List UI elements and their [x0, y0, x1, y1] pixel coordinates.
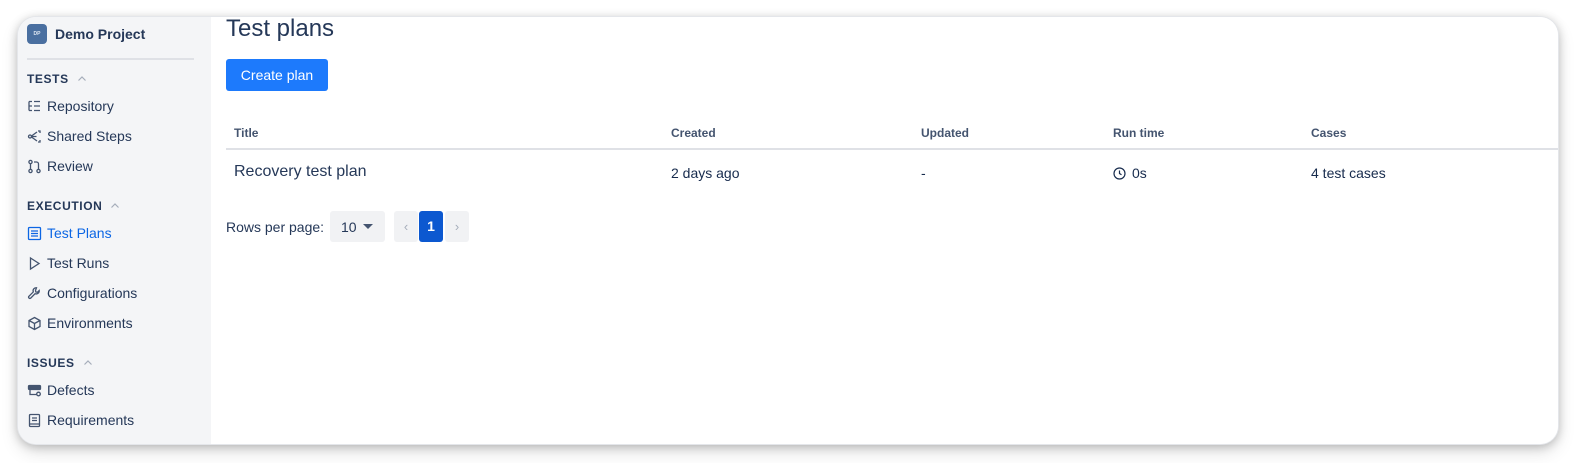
plan-title-link[interactable]: Recovery test plan — [234, 163, 367, 181]
table-list-icon — [27, 226, 42, 240]
defect-icon — [27, 384, 42, 396]
table-header-divider — [226, 148, 1558, 150]
project-avatar: DP — [27, 24, 47, 44]
section-issues-title: ISSUES — [27, 356, 75, 370]
sidebar-item-label: Requirements — [47, 412, 135, 428]
sidebar-item-label: Test Runs — [47, 255, 110, 271]
chevron-up-icon — [77, 76, 86, 81]
project-switcher[interactable]: DP Demo Project — [27, 24, 145, 44]
sidebar-item-repository[interactable]: Repository — [27, 98, 114, 114]
run-time-value: 0s — [1132, 165, 1147, 181]
hierarchy-list-icon — [28, 100, 40, 111]
sidebar-item-defects[interactable]: Defects — [27, 382, 94, 398]
rows-per-page-select[interactable]: 10 — [330, 211, 385, 242]
section-tests-header[interactable]: TESTS — [27, 72, 87, 86]
sidebar-item-configurations[interactable]: Configurations — [27, 285, 137, 301]
sidebar-item-review[interactable]: Review — [27, 158, 93, 174]
sidebar: DP Demo Project TESTS Repository Shared … — [18, 17, 211, 444]
sidebar-divider — [27, 58, 194, 60]
sidebar-item-label: Repository — [47, 98, 114, 114]
wrench-icon — [27, 286, 40, 299]
share-icon — [27, 129, 41, 143]
section-tests-title: TESTS — [27, 72, 69, 86]
sidebar-item-label: Review — [47, 158, 93, 174]
cases-cell: 4 test cases — [1311, 165, 1386, 181]
page-title: Test plans — [226, 17, 335, 42]
created-cell: 2 days ago — [671, 165, 740, 181]
create-plan-button[interactable]: Create plan — [226, 59, 328, 91]
clock-icon — [1113, 166, 1126, 180]
cube-icon — [28, 316, 41, 330]
rows-per-page-value: 10 — [341, 218, 357, 235]
sidebar-item-test-plans[interactable]: Test Plans — [27, 225, 112, 241]
updated-cell: - — [921, 165, 926, 181]
play-icon — [29, 256, 41, 270]
sidebar-item-label: Defects — [47, 382, 95, 398]
sidebar-item-environments[interactable]: Environments — [27, 315, 133, 331]
app-window: DP Demo Project TESTS Repository Shared … — [18, 17, 1558, 444]
chevron-up-icon — [83, 360, 92, 365]
column-header-title[interactable]: Title — [234, 126, 258, 140]
rows-per-page-label: Rows per page: — [226, 219, 325, 235]
project-name: Demo Project — [55, 26, 146, 42]
section-issues-header[interactable]: ISSUES — [27, 356, 93, 370]
sidebar-item-label: Shared Steps — [47, 128, 132, 144]
caret-down-icon — [363, 224, 373, 229]
section-execution-header[interactable]: EXECUTION — [27, 199, 120, 213]
document-icon — [28, 413, 41, 427]
column-header-cases[interactable]: Cases — [1311, 126, 1346, 140]
previous-page-button[interactable]: ‹ — [394, 211, 418, 242]
sidebar-item-test-runs[interactable]: Test Runs — [27, 255, 109, 271]
column-header-created[interactable]: Created — [671, 126, 716, 140]
chevron-up-icon — [111, 203, 120, 208]
run-time-cell: 0s — [1113, 165, 1147, 181]
column-header-run-time[interactable]: Run time — [1113, 126, 1164, 140]
current-page-button[interactable]: 1 — [419, 211, 443, 242]
main-content: Test plans Create plan Title Created Upd… — [211, 17, 1558, 444]
section-execution-title: EXECUTION — [27, 199, 103, 213]
git-pull-request-icon — [28, 159, 41, 173]
next-page-button[interactable]: › — [445, 211, 469, 242]
sidebar-item-label: Test Plans — [47, 225, 112, 241]
sidebar-item-label: Configurations — [47, 285, 138, 301]
column-header-updated[interactable]: Updated — [921, 126, 969, 140]
sidebar-item-requirements[interactable]: Requirements — [27, 412, 134, 428]
sidebar-item-label: Environments — [47, 315, 133, 331]
sidebar-item-shared-steps[interactable]: Shared Steps — [27, 128, 132, 144]
